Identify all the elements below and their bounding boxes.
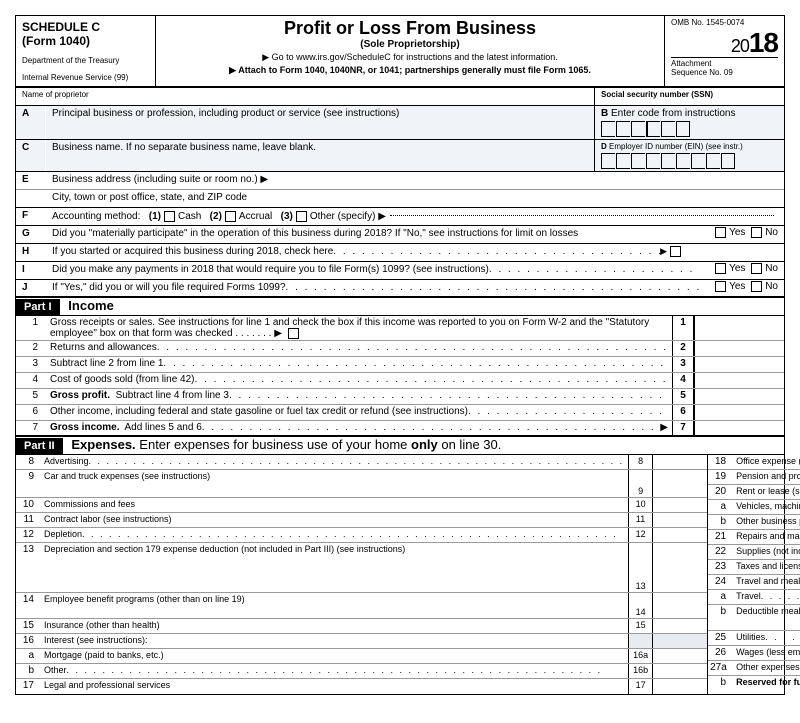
line-a-b: A Principal business or profession, incl… (16, 106, 784, 140)
form-header: SCHEDULE C (Form 1040) Department of the… (16, 16, 784, 88)
header-left: SCHEDULE C (Form 1040) Department of the… (16, 16, 156, 86)
line-7-amount[interactable] (694, 421, 784, 435)
label-e: E (16, 172, 46, 189)
line-c-d: C Business name. If no separate business… (16, 140, 784, 172)
line-j-text: If "Yes," did you or will you file requi… (52, 282, 286, 294)
sequence-label: Sequence No. 09 (671, 68, 778, 77)
label-c: C (16, 140, 46, 171)
expenses-grid: 8Advertising8 9Car and truck expenses (s… (16, 455, 784, 694)
line-f-content: Accounting method: (1) Cash (2) Accrual … (46, 208, 784, 225)
line1-checkbox[interactable] (288, 328, 299, 339)
schedule-label: SCHEDULE C (22, 20, 149, 34)
expenses-right: 18Office expense (see instructions)18 19… (708, 455, 800, 694)
line-1: 1 Gross receipts or sales. See instructi… (16, 316, 784, 341)
line-4: 4 Cost of goods sold (from line 42) 4 (16, 373, 784, 389)
header-center: Profit or Loss From Business (Sole Propr… (156, 16, 664, 86)
proprietor-label: Name of proprietor (16, 88, 594, 105)
line-a-text: Principal business or profession, includ… (46, 106, 594, 139)
h-checkbox[interactable] (670, 246, 681, 257)
cash-checkbox[interactable] (164, 211, 175, 222)
other-checkbox[interactable] (296, 211, 307, 222)
form-subtitle: (Sole Proprietorship) (162, 39, 658, 50)
j-yes-checkbox[interactable] (715, 281, 726, 292)
label-i: I (16, 262, 46, 279)
schedule-c-form: SCHEDULE C (Form 1040) Department of the… (15, 15, 785, 695)
part-2-header: Part II Expenses. Enter expenses for bus… (16, 437, 784, 455)
g-no-checkbox[interactable] (751, 227, 762, 238)
g-yes-checkbox[interactable] (715, 227, 726, 238)
tax-year: 2018 (671, 27, 778, 59)
ssn-label: Social security number (SSN) (594, 88, 784, 105)
j-no-checkbox[interactable] (751, 281, 762, 292)
line-g-text: Did you "materially participate" in the … (46, 226, 706, 243)
line-4-amount[interactable] (694, 373, 784, 388)
line-b: B Enter code from instructions (594, 106, 784, 139)
label-j: J (16, 280, 46, 296)
label-a: A (16, 106, 46, 139)
line-h: H If you started or acquired this busine… (16, 244, 784, 262)
line-1-amount[interactable] (694, 316, 784, 340)
line-6-amount[interactable] (694, 405, 784, 420)
dept-label: Department of the Treasury (22, 56, 149, 65)
line-c-text: Business name. If no separate business n… (46, 140, 594, 171)
expenses-left: 8Advertising8 9Car and truck expenses (s… (16, 455, 708, 694)
label-g: G (16, 226, 46, 243)
label-h: H (16, 244, 46, 261)
line-6: 6 Other income, including federal and st… (16, 405, 784, 421)
part-1-header: Part I Income (16, 298, 784, 316)
line-h-text: If you started or acquired this business… (52, 246, 333, 259)
line-g: G Did you "materially participate" in th… (16, 226, 784, 244)
irs-label: Internal Revenue Service (99) (22, 73, 149, 82)
line-d: D Employer ID number (EIN) (see instr.) (594, 140, 784, 171)
line-e2-text: City, town or post office, state, and ZI… (46, 190, 784, 207)
i-yes-checkbox[interactable] (715, 263, 726, 274)
i-no-checkbox[interactable] (751, 263, 762, 274)
line-e1-text: Business address (including suite or roo… (46, 172, 784, 189)
line-5: 5 Gross profit. Subtract line 4 from lin… (16, 389, 784, 405)
form-title: Profit or Loss From Business (162, 18, 658, 39)
form-number: (Form 1040) (22, 34, 149, 48)
code-boxes[interactable] (601, 121, 778, 137)
line-e2: City, town or post office, state, and ZI… (16, 190, 784, 208)
line-b-text: Enter code from instructions (611, 108, 736, 119)
line-f: F Accounting method: (1) Cash (2) Accrua… (16, 208, 784, 226)
instr-2: ▶ Attach to Form 1040, 1040NR, or 1041; … (162, 65, 658, 76)
ein-boxes[interactable] (601, 153, 778, 169)
omb-number: OMB No. 1545-0074 (671, 18, 778, 27)
line-d-text: Employer ID number (EIN) (see instr.) (609, 142, 743, 151)
line-i: I Did you make any payments in 2018 that… (16, 262, 784, 280)
proprietor-row: Name of proprietor Social security numbe… (16, 88, 784, 106)
header-right: OMB No. 1545-0074 2018 Attachment Sequen… (664, 16, 784, 86)
line-2: 2 Returns and allowances 2 (16, 341, 784, 357)
line-5-amount[interactable] (694, 389, 784, 404)
line-3: 3 Subtract line 2 from line 1 3 (16, 357, 784, 373)
line-2-amount[interactable] (694, 341, 784, 356)
line-i-text: Did you make any payments in 2018 that w… (52, 264, 489, 277)
accrual-checkbox[interactable] (225, 211, 236, 222)
line-j: J If "Yes," did you or will you file req… (16, 280, 784, 298)
line-3-amount[interactable] (694, 357, 784, 372)
line-e1: E Business address (including suite or r… (16, 172, 784, 190)
label-f: F (16, 208, 46, 225)
instr-1: ▶ Go to www.irs.gov/ScheduleC for instru… (162, 52, 658, 63)
